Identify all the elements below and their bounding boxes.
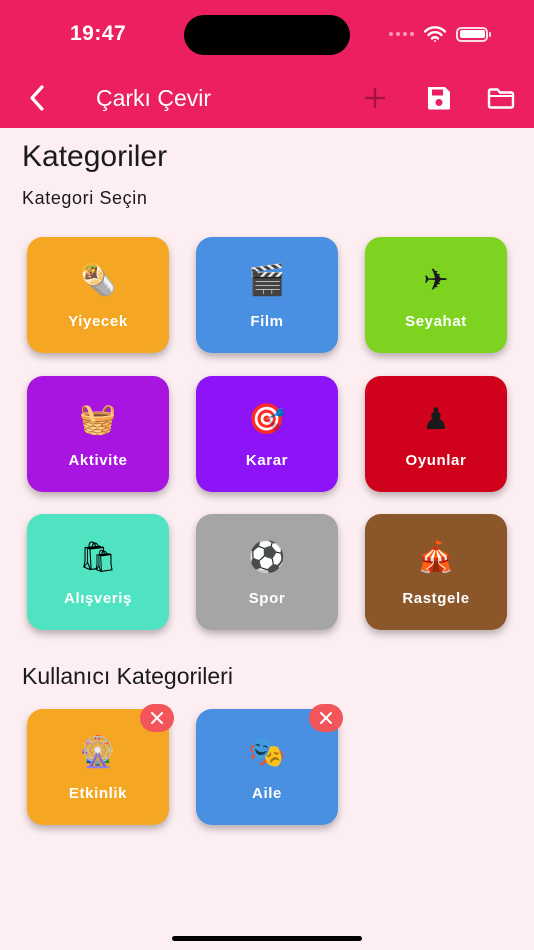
save-icon [428,87,450,110]
category-tile-oyunlar[interactable]: ♟ Oyunlar [365,376,507,492]
category-tile-spor[interactable]: ⚽ Spor [196,514,338,630]
ferris-wheel-icon: 🎡 [79,735,117,770]
delete-aile-button[interactable] [309,704,343,732]
category-label: Yiyecek [68,313,128,330]
category-tile-rastgele[interactable]: 🎪 Rastgele [365,514,507,630]
category-tile-aktivite[interactable]: 🧺 Aktivite [27,376,169,492]
wifi-icon [424,26,446,42]
chess-pawn-icon: ♟ [422,402,450,437]
circus-tent-icon: 🎪 [417,540,455,575]
header-bar: 19:47 Çarkı Çevir [0,0,534,128]
category-label: Film [250,313,284,330]
status-icons [389,26,491,42]
category-tile-seyahat[interactable]: ✈ Seyahat [365,237,507,353]
close-icon [320,712,332,724]
select-category-subheading: Kategori Seçin [22,188,148,208]
category-tile-alisveris[interactable]: 🛍 Alışveriş [27,514,169,630]
plus-icon [364,87,386,109]
category-tile-karar[interactable]: 🎯 Karar [196,376,338,492]
theater-masks-icon: 🎭 [248,735,286,770]
chevron-left-icon [30,85,44,111]
category-tile-film[interactable]: 🎬 Film [196,237,338,353]
save-button[interactable] [424,84,454,112]
category-tile-yiyecek[interactable]: 🌯 Yiyecek [27,237,169,353]
signal-icon [389,32,414,36]
close-icon [151,712,163,724]
battery-icon [456,26,491,42]
user-categories-heading: Kullanıcı Kategorileri [22,663,233,689]
back-button[interactable] [26,84,50,112]
category-label: Etkinlik [68,785,128,802]
dynamic-island [184,15,350,55]
category-label: Aile [252,785,282,802]
home-indicator [172,936,362,941]
category-label: Seyahat [405,313,467,330]
add-button[interactable] [360,84,390,112]
soccer-ball-icon: ⚽ [248,540,286,575]
category-label: Aktivite [68,452,128,469]
category-label: Spor [248,590,286,607]
category-label: Oyunlar [405,452,467,469]
category-label: Rastgele [402,590,470,607]
burrito-icon: 🌯 [79,263,117,298]
delete-etkinlik-button[interactable] [140,704,174,732]
clapper-board-icon: 🎬 [248,263,286,298]
page-title: Çarkı Çevir [96,85,212,111]
status-time: 19:47 [70,22,127,45]
dart-target-icon: 🎯 [248,402,286,437]
shopping-bags-icon: 🛍 [78,540,118,575]
airplane-icon: ✈ [423,263,449,298]
categories-heading: Kategoriler [22,140,168,173]
basket-icon: 🧺 [79,402,117,437]
folder-icon [487,88,515,109]
category-label: Alışveriş [64,590,132,607]
folder-button[interactable] [486,84,516,112]
category-label: Karar [245,452,289,469]
